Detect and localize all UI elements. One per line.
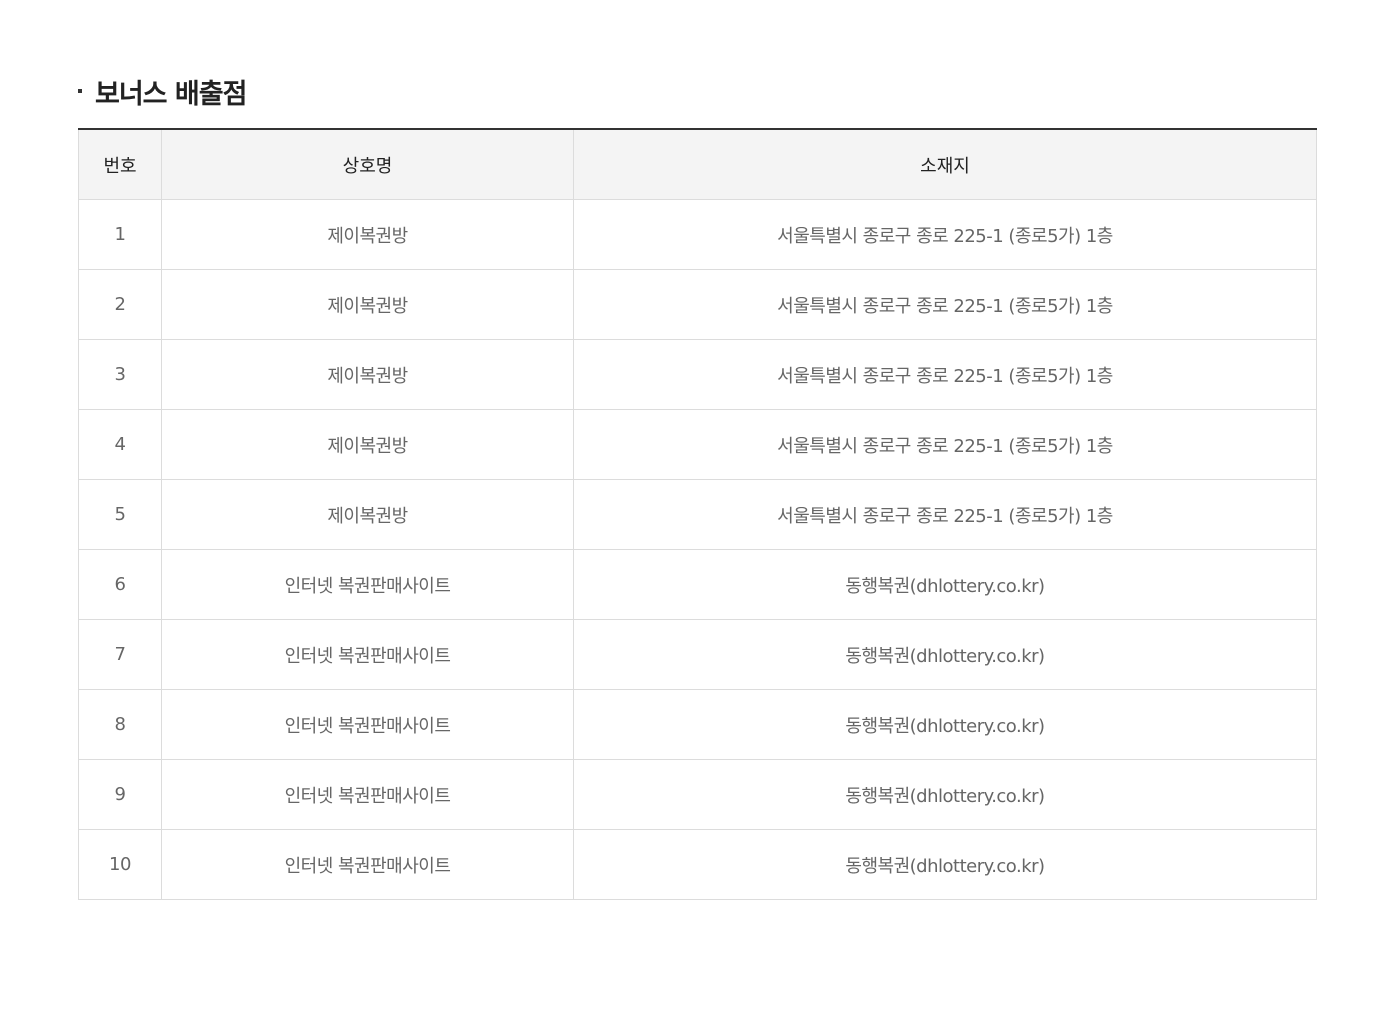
store-name: 인터넷 복권판매사이트 bbox=[161, 549, 574, 620]
bonus-stores-table: 번호 상호명 소재지 1 제이복권방 서울특별시 종로구 종로 225-1 (종… bbox=[78, 128, 1317, 900]
table-row: 10 인터넷 복권판매사이트 동행복권(dhlottery.co.kr) bbox=[78, 829, 1317, 900]
table-row: 3 제이복권방 서울특별시 종로구 종로 225-1 (종로5가) 1층 bbox=[78, 339, 1317, 410]
store-name: 인터넷 복권판매사이트 bbox=[161, 759, 574, 830]
store-address: 동행복권(dhlottery.co.kr) bbox=[573, 829, 1317, 900]
row-number: 6 bbox=[78, 549, 162, 620]
row-number: 10 bbox=[78, 829, 162, 900]
store-name: 인터넷 복권판매사이트 bbox=[161, 689, 574, 760]
section-title: 보너스 배출점 bbox=[95, 78, 247, 110]
store-address: 동행복권(dhlottery.co.kr) bbox=[573, 689, 1317, 760]
row-number: 7 bbox=[78, 619, 162, 690]
table-row: 7 인터넷 복권판매사이트 동행복권(dhlottery.co.kr) bbox=[78, 619, 1317, 690]
row-number: 1 bbox=[78, 199, 162, 270]
bullet-icon bbox=[78, 89, 82, 93]
column-header-address: 소재지 bbox=[573, 129, 1317, 200]
store-name: 제이복권방 bbox=[161, 409, 574, 480]
table-row: 2 제이복권방 서울특별시 종로구 종로 225-1 (종로5가) 1층 bbox=[78, 269, 1317, 340]
table-row: 5 제이복권방 서울특별시 종로구 종로 225-1 (종로5가) 1층 bbox=[78, 479, 1317, 550]
row-number: 4 bbox=[78, 409, 162, 480]
store-name: 제이복권방 bbox=[161, 269, 574, 340]
store-address: 동행복권(dhlottery.co.kr) bbox=[573, 619, 1317, 690]
store-address: 서울특별시 종로구 종로 225-1 (종로5가) 1층 bbox=[573, 199, 1317, 270]
store-address: 서울특별시 종로구 종로 225-1 (종로5가) 1층 bbox=[573, 339, 1317, 410]
table-row: 8 인터넷 복권판매사이트 동행복권(dhlottery.co.kr) bbox=[78, 689, 1317, 760]
table-header-row: 번호 상호명 소재지 bbox=[78, 129, 1317, 200]
store-name: 인터넷 복권판매사이트 bbox=[161, 829, 574, 900]
row-number: 9 bbox=[78, 759, 162, 830]
store-name: 제이복권방 bbox=[161, 339, 574, 410]
store-name: 인터넷 복권판매사이트 bbox=[161, 619, 574, 690]
row-number: 2 bbox=[78, 269, 162, 340]
store-address: 서울특별시 종로구 종로 225-1 (종로5가) 1층 bbox=[573, 269, 1317, 340]
row-number: 8 bbox=[78, 689, 162, 760]
store-address: 서울특별시 종로구 종로 225-1 (종로5가) 1층 bbox=[573, 479, 1317, 550]
store-address: 동행복권(dhlottery.co.kr) bbox=[573, 549, 1317, 620]
row-number: 5 bbox=[78, 479, 162, 550]
page: 보너스 배출점 번호 상호명 소재지 1 제이복권방 서울특별시 종로구 종로 bbox=[0, 0, 1400, 1028]
section-heading: 보너스 배출점 bbox=[78, 70, 247, 112]
store-address: 서울특별시 종로구 종로 225-1 (종로5가) 1층 bbox=[573, 409, 1317, 480]
column-header-number: 번호 bbox=[78, 129, 162, 200]
table-row: 6 인터넷 복권판매사이트 동행복권(dhlottery.co.kr) bbox=[78, 549, 1317, 620]
table-row: 4 제이복권방 서울특별시 종로구 종로 225-1 (종로5가) 1층 bbox=[78, 409, 1317, 480]
table-row: 9 인터넷 복권판매사이트 동행복권(dhlottery.co.kr) bbox=[78, 759, 1317, 830]
bonus-stores-table-wrap: 번호 상호명 소재지 1 제이복권방 서울특별시 종로구 종로 225-1 (종… bbox=[78, 128, 1317, 900]
store-name: 제이복권방 bbox=[161, 479, 574, 550]
store-address: 동행복권(dhlottery.co.kr) bbox=[573, 759, 1317, 830]
table-row: 1 제이복권방 서울특별시 종로구 종로 225-1 (종로5가) 1층 bbox=[78, 199, 1317, 270]
row-number: 3 bbox=[78, 339, 162, 410]
column-header-name: 상호명 bbox=[161, 129, 574, 200]
store-name: 제이복권방 bbox=[161, 199, 574, 270]
